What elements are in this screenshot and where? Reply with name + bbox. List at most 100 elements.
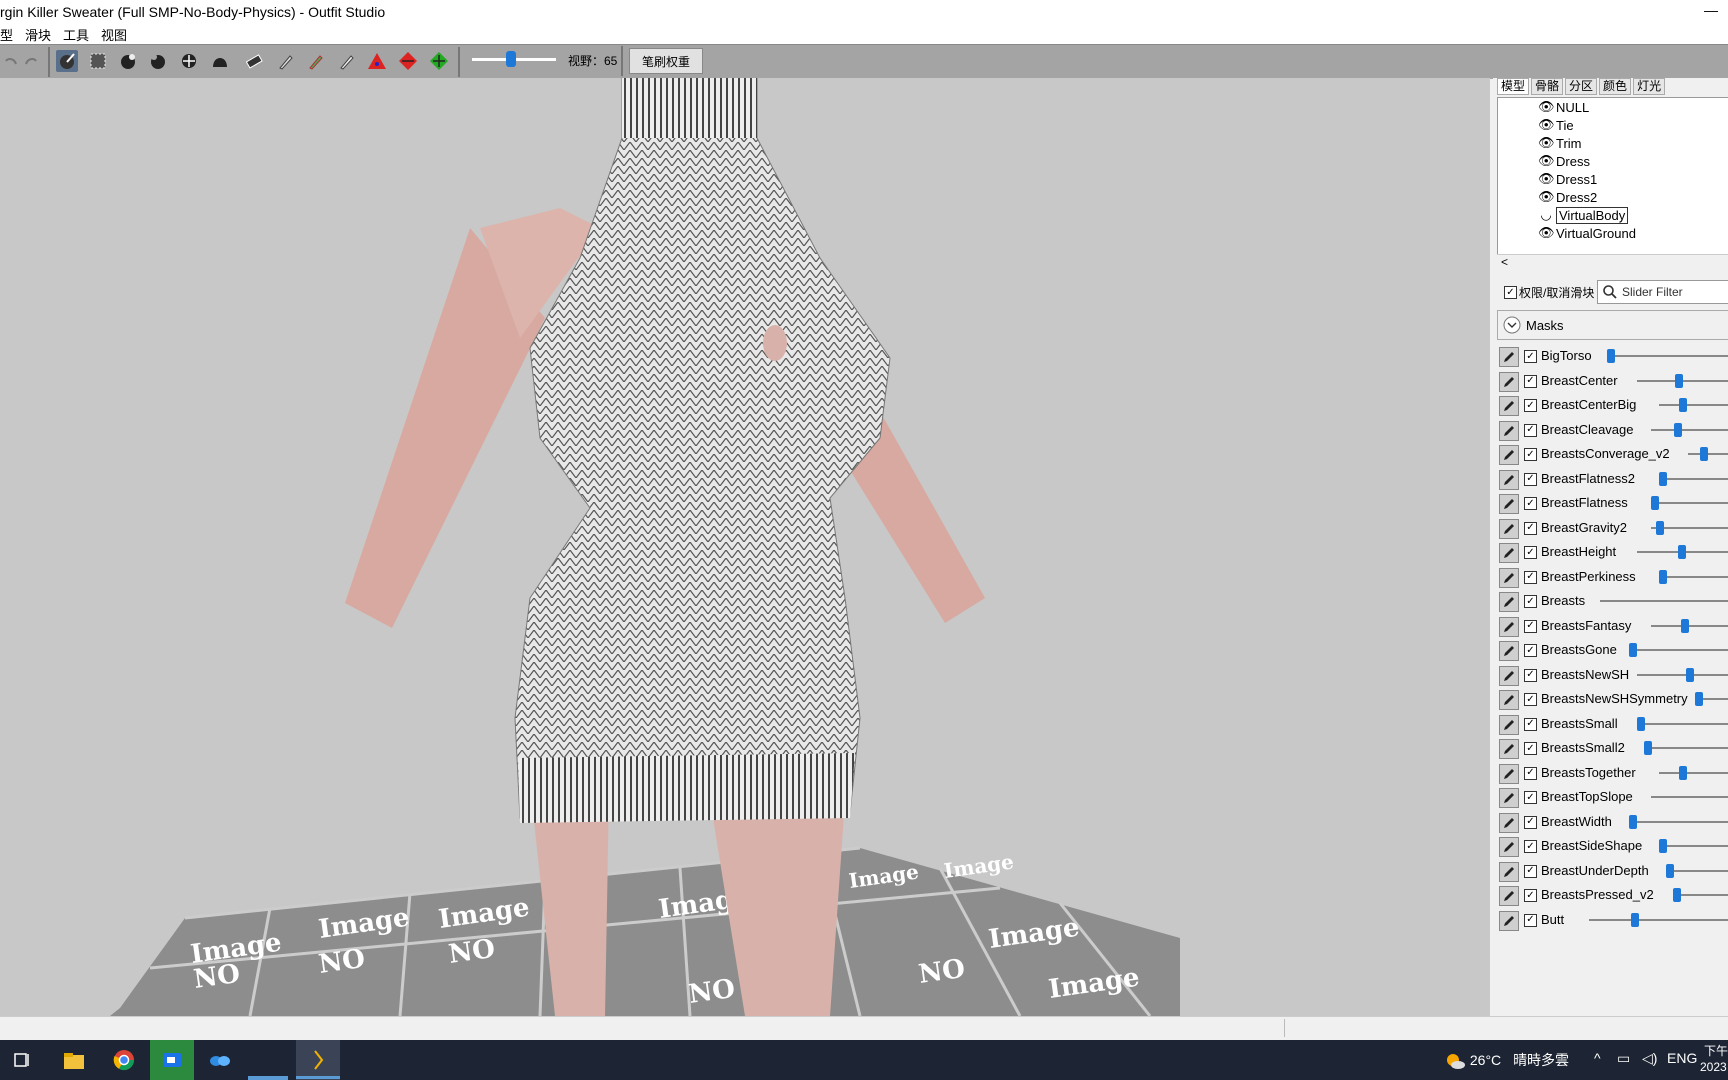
fov-slider-handle[interactable]	[506, 51, 516, 67]
volume-icon[interactable]: ◁)	[1642, 1050, 1657, 1067]
slider-track[interactable]	[1658, 575, 1728, 578]
slider-track[interactable]	[1607, 355, 1728, 357]
slider-track[interactable]	[1629, 649, 1728, 651]
slider-handle[interactable]	[1679, 398, 1688, 412]
move-brush-icon[interactable]	[178, 50, 200, 72]
slider-enable-checkbox[interactable]: ✓	[1524, 644, 1537, 657]
slider-handle[interactable]	[1643, 741, 1652, 755]
outfit-studio-icon[interactable]	[296, 1040, 340, 1080]
slider-handle[interactable]	[1658, 569, 1667, 584]
tab-meshes[interactable]: 模型	[1497, 78, 1530, 95]
edit-slider-pencil-icon[interactable]	[1499, 396, 1519, 416]
edit-slider-pencil-icon[interactable]	[1499, 837, 1519, 857]
slider-enable-checkbox[interactable]: ✓	[1524, 693, 1537, 706]
slider-enable-checkbox[interactable]: ✓	[1524, 546, 1537, 559]
slider-track[interactable]	[1658, 845, 1728, 847]
network-icon[interactable]: ▭	[1617, 1050, 1630, 1067]
undo-icon[interactable]	[0, 50, 22, 72]
clock-date[interactable]: 2023	[1700, 1060, 1727, 1074]
eraser-icon[interactable]	[243, 50, 265, 72]
edit-slider-pencil-icon[interactable]	[1499, 690, 1519, 710]
eye-icon[interactable]: 👁	[1538, 153, 1555, 169]
edit-slider-pencil-icon[interactable]	[1499, 518, 1519, 539]
tree-horizontal-scrollbar[interactable]: <	[1497, 254, 1728, 271]
tab-bones[interactable]: 骨骼	[1531, 78, 1564, 95]
tree-item-tie[interactable]: 👁 Tie	[1538, 116, 1574, 134]
slider-track[interactable]	[1643, 747, 1728, 749]
eye-icon[interactable]: 👁	[1538, 225, 1555, 241]
slider-enable-checkbox[interactable]: ✓	[1524, 913, 1537, 927]
eye-icon[interactable]: 👁	[1538, 99, 1555, 115]
edit-slider-pencil-icon[interactable]	[1499, 886, 1519, 906]
slider-enable-checkbox[interactable]: ✓	[1524, 448, 1537, 461]
menu-tools[interactable]: 工具	[63, 25, 89, 44]
pivot-icon[interactable]	[397, 50, 419, 72]
tree-item-virtualground[interactable]: 👁 VirtualGround	[1538, 224, 1636, 242]
slider-handle[interactable]	[1679, 765, 1688, 780]
slider-handle[interactable]	[1636, 716, 1645, 731]
slider-handle[interactable]	[1677, 545, 1686, 559]
smooth-brush-icon[interactable]	[209, 50, 231, 72]
edit-slider-pencil-icon[interactable]	[1499, 543, 1519, 563]
3d-viewport[interactable]: Image Image Image Image Image Image Imag…	[0, 78, 1490, 1016]
slider-handle[interactable]	[1695, 692, 1703, 706]
slider-handle[interactable]	[1607, 349, 1616, 363]
slider-handle[interactable]	[1630, 912, 1639, 927]
transform-icon[interactable]	[366, 50, 388, 72]
edit-slider-pencil-icon[interactable]	[1499, 567, 1519, 588]
tree-item-null[interactable]: 👁 NULL	[1538, 98, 1589, 116]
slider-enable-checkbox[interactable]: ✓	[1524, 497, 1537, 510]
slider-filter-input[interactable]: Slider Filter	[1597, 280, 1728, 304]
slider-enable-checkbox[interactable]: ✓	[1524, 595, 1537, 608]
edit-slider-pencil-icon[interactable]	[1499, 616, 1519, 637]
edit-slider-pencil-icon[interactable]	[1499, 469, 1519, 490]
tree-item-trim[interactable]: 👁 Trim	[1538, 134, 1582, 152]
slider-enable-checkbox[interactable]: ✓	[1524, 889, 1537, 902]
tab-colors[interactable]: 颜色	[1599, 78, 1632, 95]
edit-slider-pencil-icon[interactable]	[1499, 861, 1519, 882]
slider-enable-checkbox[interactable]: ✓	[1524, 570, 1537, 584]
tree-item-dress[interactable]: 👁 Dress	[1538, 152, 1590, 170]
eye-icon[interactable]: 👁	[1538, 135, 1555, 151]
slider-track[interactable]	[1651, 624, 1728, 627]
slider-track[interactable]	[1658, 477, 1728, 480]
edit-slider-pencil-icon[interactable]	[1499, 347, 1519, 367]
menu-model[interactable]: 型	[0, 25, 13, 44]
slider-handle[interactable]	[1673, 888, 1682, 902]
slider-track[interactable]	[1651, 502, 1728, 504]
slider-track[interactable]	[1658, 404, 1728, 406]
minimize-button[interactable]: —	[1704, 2, 1718, 18]
edit-slider-pencil-icon[interactable]	[1499, 788, 1519, 808]
slider-track[interactable]	[1629, 820, 1728, 823]
slider-handle[interactable]	[1655, 520, 1664, 535]
slider-handle[interactable]	[1658, 471, 1667, 486]
alpha-paint-icon[interactable]	[336, 50, 358, 72]
cloud-app-icon[interactable]	[198, 1040, 242, 1080]
slider-enable-checkbox[interactable]: ✓	[1524, 472, 1537, 486]
edit-slider-pencil-icon[interactable]	[1499, 371, 1519, 392]
tree-item-dress2[interactable]: 👁 Dress2	[1538, 188, 1597, 206]
slider-enable-checkbox[interactable]: ✓	[1524, 791, 1537, 804]
vertex-select-icon[interactable]	[428, 50, 450, 72]
slider-track[interactable]	[1651, 796, 1728, 798]
edit-slider-pencil-icon[interactable]	[1499, 592, 1519, 612]
scroll-left-arrow-icon[interactable]: <	[1501, 255, 1508, 269]
color-paint-icon[interactable]	[305, 50, 327, 72]
slider-enable-checkbox[interactable]: ✓	[1524, 766, 1537, 780]
edit-slider-pencil-icon[interactable]	[1499, 739, 1519, 759]
tray-chevron-up-icon[interactable]: ^	[1594, 1050, 1601, 1066]
slider-handle[interactable]	[1629, 643, 1638, 657]
slider-track[interactable]	[1636, 722, 1728, 725]
redo-icon[interactable]	[20, 50, 42, 72]
slider-handle[interactable]	[1674, 422, 1683, 437]
tab-partitions[interactable]: 分区	[1565, 78, 1598, 95]
task-view-icon[interactable]	[0, 1040, 44, 1080]
tree-item-virtualbody[interactable]: ◡ VirtualBody	[1538, 206, 1629, 224]
edit-slider-pencil-icon[interactable]	[1499, 494, 1519, 514]
menu-view[interactable]: 视图	[101, 25, 127, 44]
mask-brush-icon[interactable]	[87, 50, 109, 72]
slider-enable-checkbox[interactable]: ✓	[1524, 815, 1537, 829]
eye-icon[interactable]: 👁	[1538, 117, 1555, 133]
edit-slider-pencil-icon[interactable]	[1499, 714, 1519, 735]
slider-enable-checkbox[interactable]: ✓	[1524, 374, 1537, 388]
